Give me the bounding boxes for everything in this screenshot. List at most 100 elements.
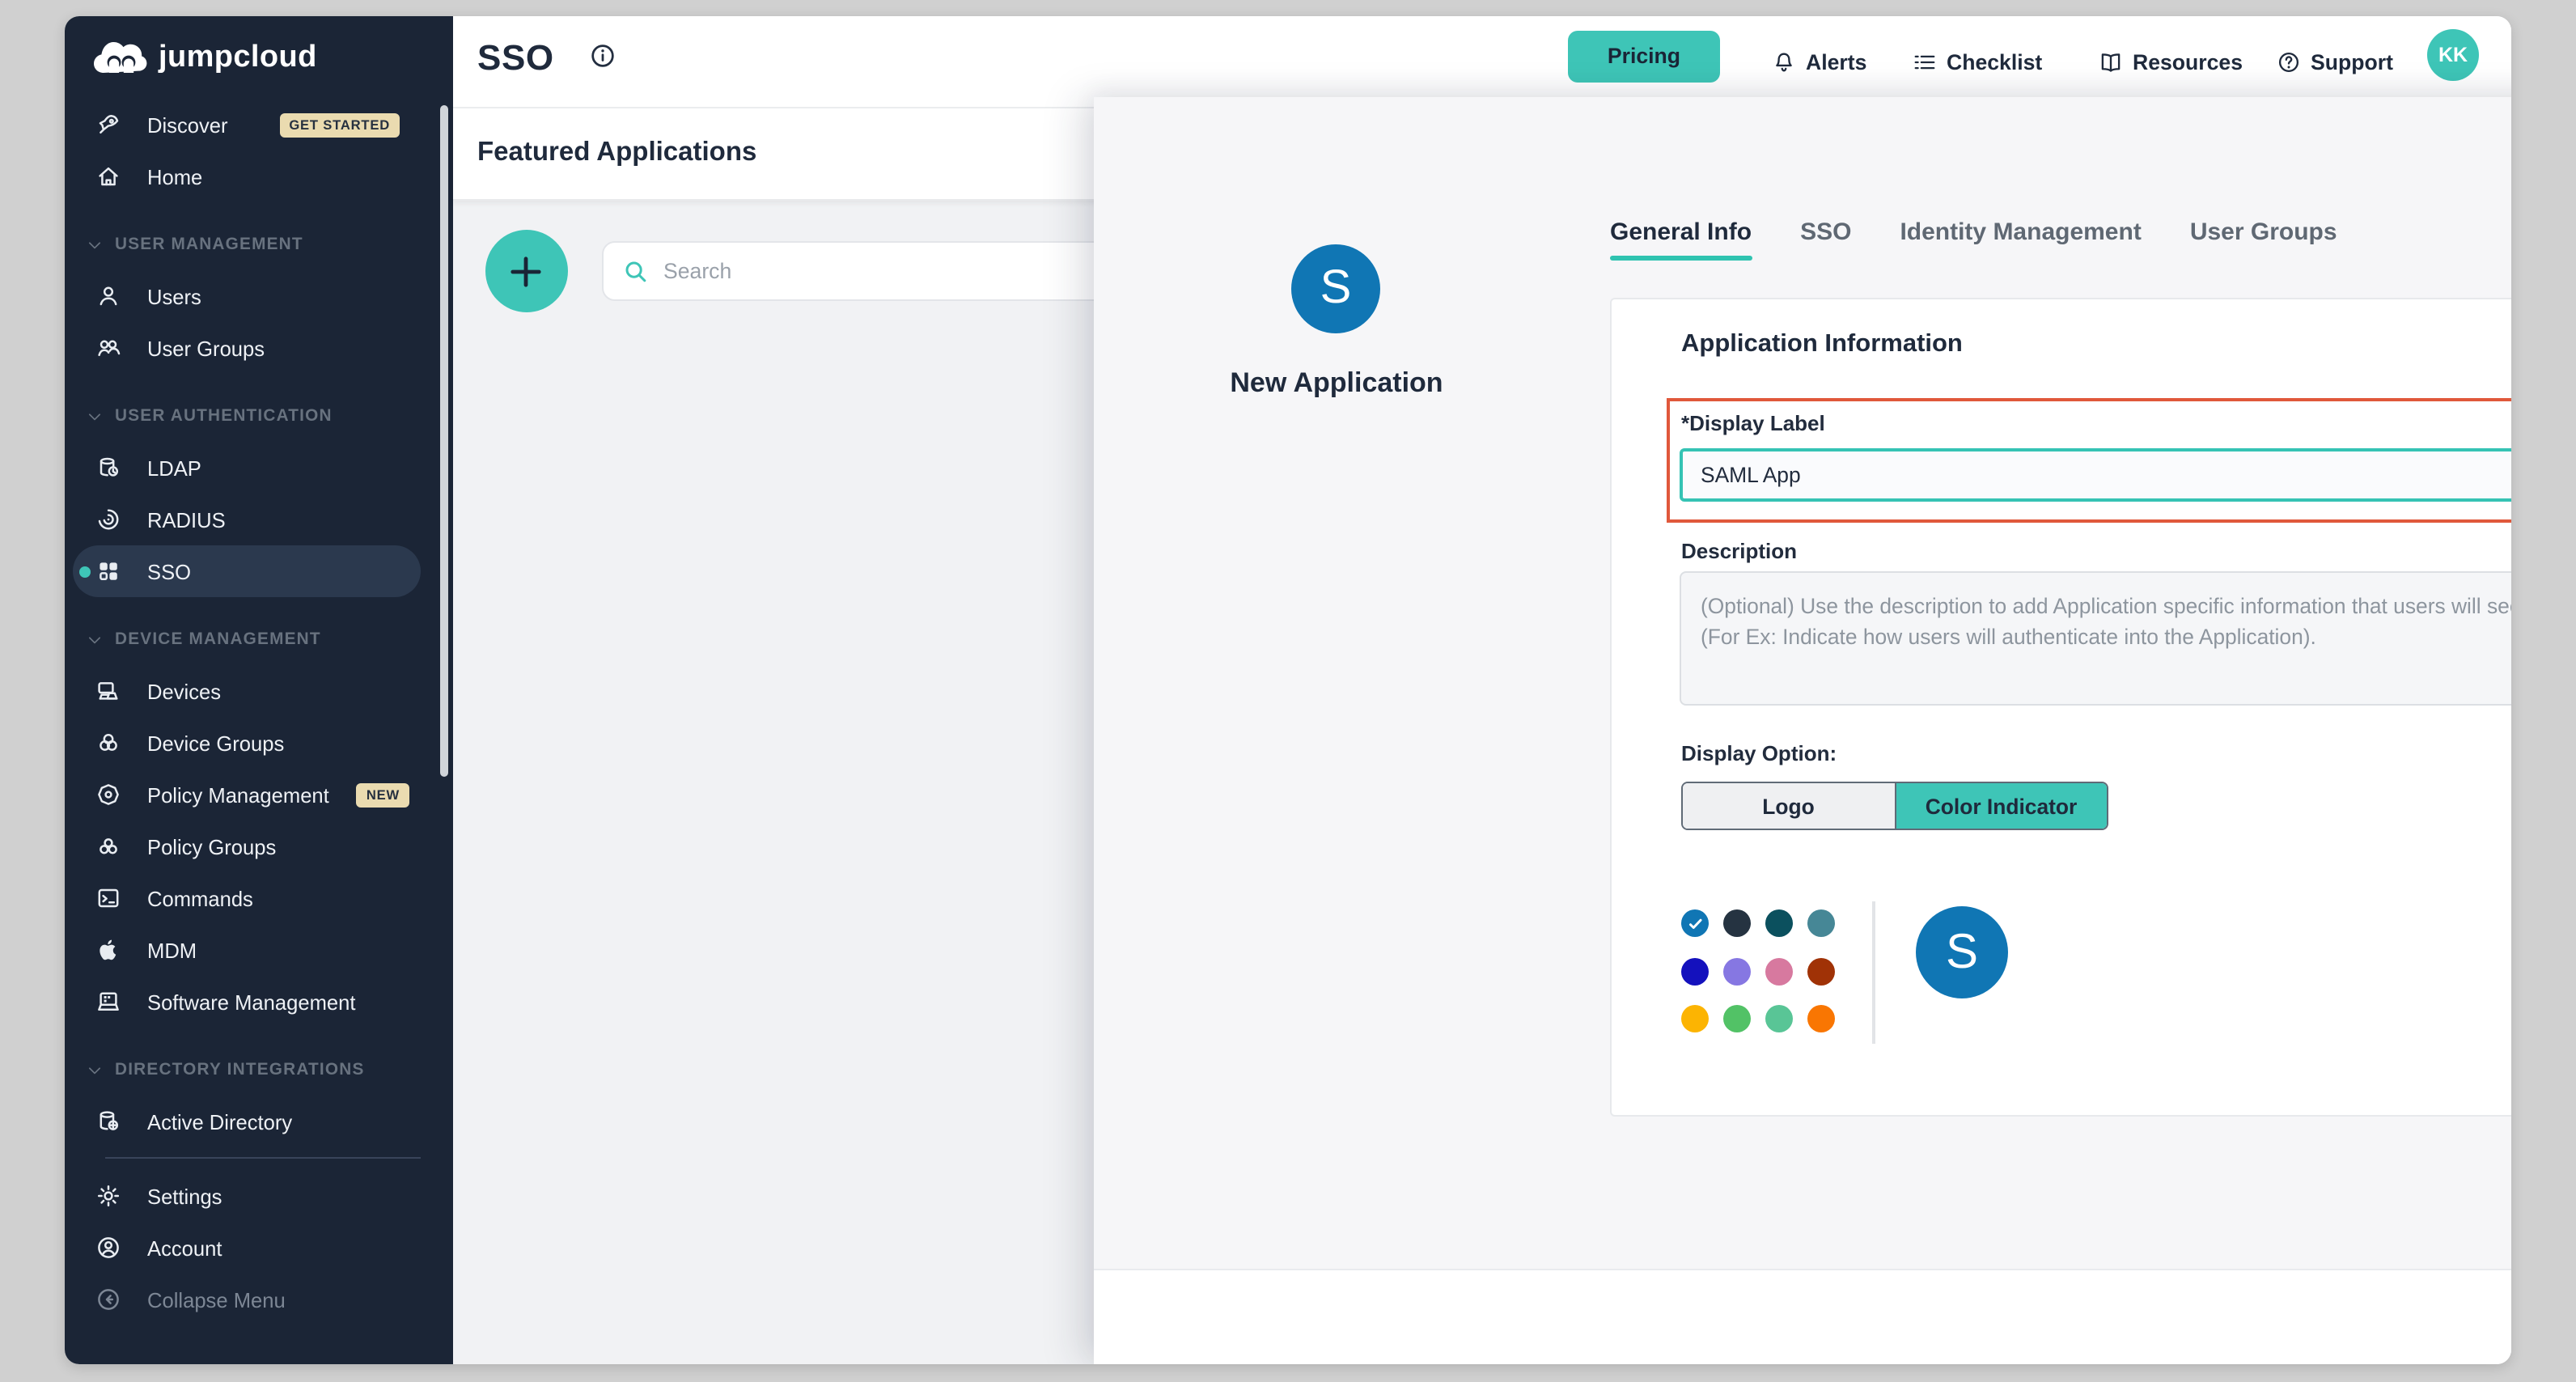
sidebar-item-software-management[interactable]: Software Management (65, 976, 453, 1028)
pricing-button[interactable]: Pricing (1568, 30, 1720, 82)
user-icon (95, 283, 121, 309)
color-swatch-0b505e[interactable] (1765, 909, 1793, 937)
card-heading: Application Information (1681, 330, 1963, 359)
color-swatch-1076b4[interactable] (1681, 909, 1709, 937)
search-input[interactable] (663, 259, 987, 283)
sidebar-item-settings[interactable]: Settings (65, 1170, 453, 1222)
chevron-down-icon (86, 630, 104, 648)
sidebar-item-label: SSO (147, 559, 191, 583)
grid-icon (95, 558, 121, 584)
sidebar-item-policy-management[interactable]: Policy ManagementNEW (65, 769, 453, 820)
active-indicator-dot (79, 566, 91, 577)
color-swatch-a03206[interactable] (1807, 957, 1835, 985)
color-preview-avatar: S (1916, 906, 2008, 998)
sidebar-footer: Settings Account Collapse Menu (65, 1170, 453, 1325)
sidebar-scrollbar[interactable] (440, 105, 448, 777)
sidebar-item-policy-groups[interactable]: Policy Groups (65, 820, 453, 872)
policy-icon (95, 782, 121, 808)
display-option-color-indicator[interactable]: Color Indicator (1894, 783, 2107, 829)
sidebar-item-discover[interactable]: DiscoverGET STARTED (65, 99, 453, 150)
sidebar-section-user-authentication[interactable]: USER AUTHENTICATION (65, 390, 453, 442)
sidebar-item-label: Account (147, 1236, 222, 1260)
sidebar-item-radius[interactable]: RADIUS (65, 494, 453, 545)
database-windows-icon (95, 1109, 121, 1134)
sidebar-item-user-groups[interactable]: User Groups (65, 322, 453, 374)
sidebar-item-mdm[interactable]: MDM (65, 924, 453, 976)
sidebar-section-device-management[interactable]: DEVICE MANAGEMENT (65, 613, 453, 665)
color-swatch-d7799f[interactable] (1765, 957, 1793, 985)
sidebar-item-commands[interactable]: Commands (65, 872, 453, 924)
sidebar-item-active-directory[interactable]: Active Directory (65, 1096, 453, 1147)
sidebar-section-directory-integrations[interactable]: DIRECTORY INTEGRATIONS (65, 1044, 453, 1096)
user-group-icon (95, 335, 121, 361)
color-swatch-253341[interactable] (1723, 909, 1751, 937)
display-option-logo[interactable]: Logo (1683, 783, 1894, 829)
tab-user-groups[interactable]: User Groups (2190, 218, 2337, 261)
sidebar-item-label: Device Groups (147, 731, 284, 755)
search-icon (623, 258, 649, 284)
sidebar-section-user-management[interactable]: USER MANAGEMENT (65, 218, 453, 270)
main-area: SSO Pricing Alerts Checklist Resources Supp… (453, 16, 2511, 1364)
sidebar-item-sso[interactable]: SSO (65, 545, 453, 597)
color-swatch-8677e2[interactable] (1723, 957, 1751, 985)
jumpcloud-cloud-icon (92, 40, 147, 75)
sidebar-item-label: RADIUS (147, 507, 226, 532)
bell-icon (1772, 50, 1796, 74)
color-swatch-52c266[interactable] (1723, 1005, 1751, 1032)
sidebar-section-label: DEVICE MANAGEMENT (115, 630, 321, 648)
top-bar: SSO Pricing AlertsChecklistResourcesSupp… (453, 16, 2511, 108)
display-label-input[interactable] (1680, 448, 2511, 502)
apple-icon (95, 937, 121, 963)
rocket-icon (95, 112, 121, 138)
display-option-segmented: LogoColor Indicator (1681, 782, 2108, 830)
color-swatch-f97602[interactable] (1807, 1005, 1835, 1032)
sidebar-item-label: Devices (147, 679, 221, 703)
user-avatar[interactable]: KK (2427, 29, 2479, 81)
tab-identity-management[interactable]: Identity Management (1900, 218, 2141, 261)
alerts-button[interactable]: Alerts (1772, 16, 1866, 108)
sidebar-item-label: Active Directory (147, 1109, 292, 1134)
devices-icon (95, 678, 121, 704)
resources-button[interactable]: Resources (2099, 16, 2243, 108)
gear-icon (95, 1183, 121, 1209)
jumpcloud-logo[interactable]: jumpcloud (65, 16, 453, 99)
sidebar-section-label: USER MANAGEMENT (115, 235, 303, 253)
topbar-button-label: Checklist (1947, 50, 2042, 74)
database-clock-icon (95, 455, 121, 481)
sidebar-badge: NEW (357, 782, 409, 807)
checklist-button[interactable]: Checklist (1913, 16, 2042, 108)
support-button[interactable]: Support (2277, 16, 2393, 108)
sidebar-item-label: Users (147, 284, 201, 308)
description-textarea[interactable] (1680, 571, 2511, 706)
app-window: jumpcloud DiscoverGET STARTEDHome USER MA… (65, 16, 2511, 1364)
tab-sso[interactable]: SSO (1800, 218, 1851, 261)
sidebar-item-label: Collapse Menu (147, 1287, 286, 1312)
info-icon[interactable] (589, 42, 616, 70)
sidebar-section-label: USER AUTHENTICATION (115, 407, 333, 425)
sidebar-item-users[interactable]: Users (65, 270, 453, 322)
color-swatch-1411bd[interactable] (1681, 957, 1709, 985)
color-swatch-468796[interactable] (1807, 909, 1835, 937)
sidebar-item-label: Software Management (147, 990, 356, 1014)
application-avatar: S (1291, 244, 1380, 333)
sidebar-item-collapse-menu[interactable]: Collapse Menu (65, 1274, 453, 1325)
sidebar-item-home[interactable]: Home (65, 150, 453, 202)
chevron-down-icon (86, 235, 104, 253)
check-icon (1687, 915, 1703, 931)
sidebar-item-ldap[interactable]: LDAP (65, 442, 453, 494)
color-swatch-59c596[interactable] (1765, 1005, 1793, 1032)
sidebar-item-account[interactable]: Account (65, 1222, 453, 1274)
application-information-card: Application Information *Display Label D… (1610, 298, 2511, 1117)
laptop-grid-icon (95, 989, 121, 1015)
arrow-left-circle-icon (95, 1287, 121, 1312)
sidebar-item-label: Policy Groups (147, 834, 276, 858)
color-swatch-fcb402[interactable] (1681, 1005, 1709, 1032)
swatch-divider (1872, 901, 1875, 1044)
tab-general-info[interactable]: General Info (1610, 218, 1752, 261)
modal-footer: cancel activate (1094, 1269, 2511, 1364)
sidebar-item-devices[interactable]: Devices (65, 665, 453, 717)
add-application-button[interactable] (485, 230, 567, 312)
sidebar-item-label: User Groups (147, 336, 265, 360)
sidebar-item-device-groups[interactable]: Device Groups (65, 717, 453, 769)
description-label: Description (1681, 539, 1797, 563)
